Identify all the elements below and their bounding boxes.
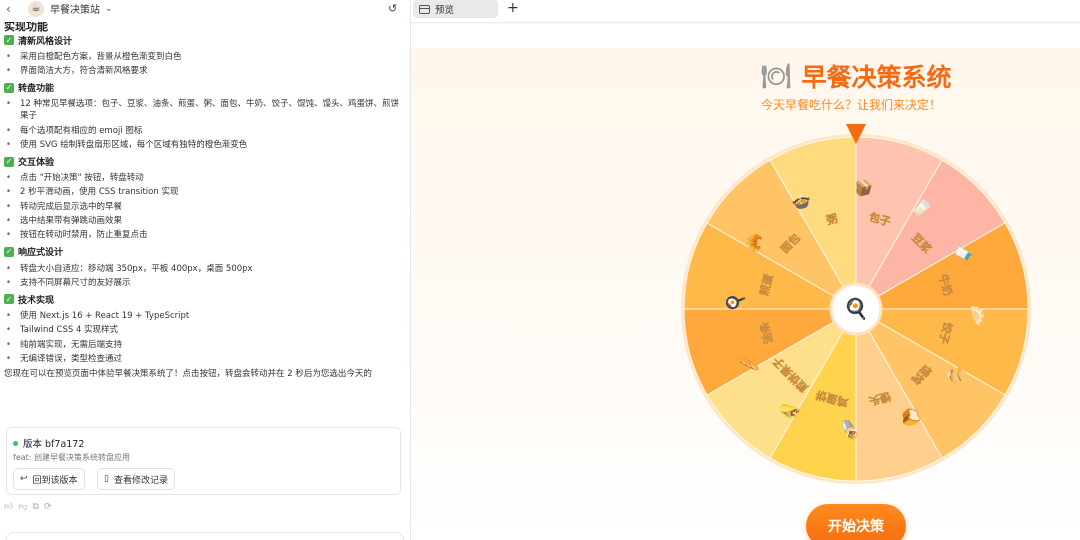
check-icon: ✓ (4, 294, 14, 305)
list-item: • 支持不同屏幕尺寸的友好展示 (6, 277, 131, 288)
chat-message: 实现功能 ✓ 清新风格设计 • 采用白橙配色方案，背景从橙色渐变到白色 • 界面简洁大… (4, 22, 406, 380)
tab-preview[interactable]: 预览 (413, 0, 498, 18)
section-title: ✓ 技术实现 (4, 294, 55, 306)
list-item: • Tailwind CSS 4 实现样式 (6, 325, 119, 336)
view-changes-button[interactable]: ▯ 查看修改记录 (97, 468, 175, 490)
breakfast-wheel[interactable]: 包子📦豆浆🥛牛奶🍼饺子🥟馄饨 🥠馒头🍞鸡蛋饼🌯煎饼果子🌮油条🥖煎蛋🍳面包🥐粥🍲🍳 (681, 122, 1031, 492)
check-icon: ✓ (4, 82, 14, 93)
check-icon: ✓ (4, 35, 14, 46)
plate-icon: 🍽 (761, 62, 792, 90)
copy-icon[interactable]: ⧉ (33, 502, 39, 512)
thumbs-down-icon[interactable]: 👎︎ (18, 502, 27, 512)
feature-section: ✓ 响应式设计 • 转盘大小自适应：移动端 350px，平板 400px，桌面 50… (4, 244, 406, 289)
list-item: • 选中结果带有弹跳动画效果 (6, 216, 123, 227)
app-subtitle: 今天早餐吃什么？让我们来决定！ (761, 98, 942, 112)
add-tab-icon[interactable]: + (507, 0, 519, 18)
browser-icon (419, 4, 430, 14)
version-card: 版本 bf7a172 feat: 创建早餐决策系统转盘应用 ↩ 回到该版本 ▯ 查看… (6, 427, 401, 495)
feature-section: ✓ 交互体验 • 点击 "开始决策" 按钮，转盘转动 • 2 秒平滑动画，使用 CSS… (4, 153, 406, 241)
list-item: • 转动完成后显示选中的早餐 (6, 201, 123, 212)
feature-section: ✓ 转盘功能 • 12 种常见早餐选项：包子、豆浆、油条、煎蛋、粥、面包、牛奶、饺子… (4, 79, 406, 150)
list-item: • 界面简洁大方，符合清新风格要求 (6, 66, 148, 77)
check-icon: ✓ (4, 156, 14, 167)
thumbs-up-icon[interactable]: 👍︎ (4, 502, 13, 512)
history-icon[interactable]: ↺ (388, 2, 397, 15)
commit-message: feat: 创建早餐决策系统转盘应用 (13, 453, 131, 462)
list-item: • 2 秒平滑动画，使用 CSS transition 实现 (6, 187, 179, 198)
version-label: 版本 bf7a172 (13, 436, 84, 450)
section-title: ✓ 转盘功能 (4, 82, 55, 95)
preview-panel: 预览 + 🍽 早餐决策系统 今天早餐吃什么？让我们来决定！ 包子 📦 豆浆 🥛 牛奶 🍼 饺… (411, 0, 1080, 540)
preview-toolbar (411, 24, 1080, 48)
status-dot-icon (13, 440, 18, 446)
app-title: 🍽 早餐决策系统 (761, 62, 952, 92)
section-title: ✓ 交互体验 (4, 156, 55, 169)
document-icon: ▯ (104, 474, 109, 484)
list-item: • 转盘大小自适应：移动端 350px，平板 400px，桌面 500px (6, 263, 253, 274)
list-item: • 点击 "开始决策" 按钮，转盘转动 (6, 173, 144, 184)
section-heading: 实现功能 (4, 22, 48, 32)
tab-bar: 预览 + (411, 0, 1080, 23)
chevron-down-icon[interactable]: ⌄ (105, 4, 113, 14)
list-item: • 每个选项配有相应的 emoji 图标 (6, 125, 143, 136)
frying-pan-icon: 🍳 (844, 297, 869, 321)
list-item: • 使用 Next.js 16 + React 19 + TypeScript (6, 311, 190, 322)
section-title: ✓ 清新风格设计 (4, 35, 73, 47)
chat-panel: ‹ ☕ 早餐决策站 ⌄ ↺ 实现功能 ✓ 清新风格设计 • 采用白橙配色方案，背景从… (0, 0, 410, 540)
project-title[interactable]: 早餐决策站 (50, 1, 100, 16)
feedback-bar: 👍︎ 👎︎ ⧉ ⟳ (4, 502, 52, 512)
undo-icon: ↩ (20, 474, 28, 484)
list-item: • 使用 SVG 绘制转盘扇形区域，每个区域有独特的橙色渐变色 (6, 139, 248, 150)
chat-input[interactable] (6, 532, 404, 540)
regenerate-icon[interactable]: ⟳ (44, 502, 52, 512)
check-icon: ✓ (4, 246, 14, 257)
list-item: • 采用白橙配色方案，背景从橙色渐变到白色 (6, 51, 182, 62)
back-icon[interactable]: ‹ (6, 2, 22, 16)
revert-button[interactable]: ↩ 回到该版本 (13, 468, 85, 490)
wheel-sectors: 包子📦豆浆🥛牛奶🍼饺子🥟馄饨 🥠馒头🍞鸡蛋饼🌯煎饼果子🌮油条🥖煎蛋🍳面包🥐粥🍲🍳 (681, 134, 1031, 484)
section-title: ✓ 响应式设计 (4, 246, 64, 259)
list-item: • 12 种常见早餐选项：包子、豆浆、油条、煎蛋、粥、面包、牛奶、饺子、馄饨、馒头… (6, 99, 400, 122)
chat-header: ‹ ☕ 早餐决策站 ⌄ ↺ (0, 0, 410, 17)
list-item: • 纯前端实现，无需后端支持 (6, 339, 123, 350)
start-decision-button[interactable]: 开始决策 (806, 504, 906, 540)
list-item: • 按钮在转动时禁用，防止重复点击 (6, 230, 148, 241)
feature-section: ✓ 技术实现 • 使用 Next.js 16 + React 19 + TypeSc… (4, 291, 406, 365)
project-logo-icon: ☕ (28, 0, 44, 17)
summary-text: 您现在可以在预览页面中体验早餐决策系统了！点击按钮，转盘会转动并在 2 秒后为您… (4, 368, 372, 379)
feature-section: ✓ 清新风格设计 • 采用白橙配色方案，背景从橙色渐变到白色 • 界面简洁大方，符合清… (4, 32, 406, 77)
list-item: • 无编译错误，类型检查通过 (6, 353, 123, 364)
